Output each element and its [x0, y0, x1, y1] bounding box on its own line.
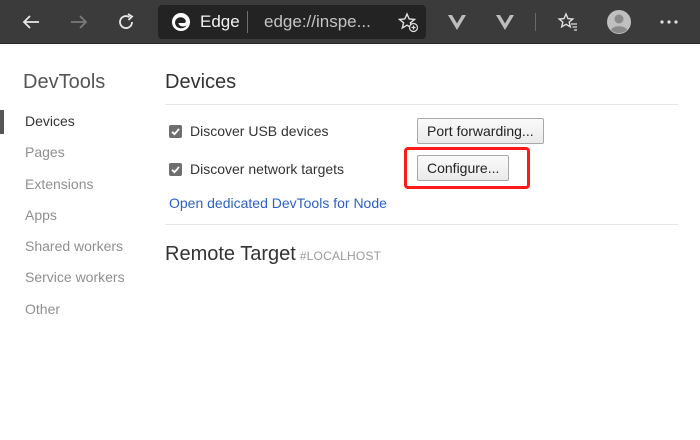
vue-devtools-icon	[448, 15, 466, 30]
forward-button[interactable]	[63, 6, 95, 38]
open-node-devtools-link[interactable]: Open dedicated DevTools for Node	[169, 195, 387, 211]
remote-target-host: #LOCALHOST	[299, 249, 382, 263]
add-favorite-button[interactable]	[396, 10, 420, 34]
refresh-button[interactable]	[110, 6, 142, 38]
discover-usb-checkbox[interactable]	[169, 124, 182, 138]
sidebar-title: DevTools	[23, 71, 106, 93]
sidebar-item-service-workers[interactable]: Service workers	[0, 262, 150, 293]
forward-arrow-icon	[71, 15, 88, 29]
port-forwarding-button[interactable]: Port forwarding...	[417, 118, 544, 144]
discover-network-checkbox[interactable]	[169, 162, 182, 176]
edge-logo-icon	[172, 13, 190, 31]
back-arrow-icon	[22, 15, 39, 29]
site-name: Edge	[200, 12, 240, 31]
avatar-icon	[607, 10, 631, 34]
section-divider	[165, 104, 678, 105]
page-title: Devices	[165, 71, 237, 93]
star-plus-icon	[397, 12, 419, 33]
more-menu-button[interactable]	[653, 6, 685, 38]
favorites-icon	[557, 12, 577, 31]
discover-network-row: Discover network targets	[169, 161, 344, 177]
sidebar-item-devices[interactable]: Devices	[0, 106, 150, 137]
sidebar-item-shared-workers[interactable]: Shared workers	[0, 231, 150, 262]
browser-toolbar: Edge edge://inspe...	[0, 0, 700, 44]
configure-button[interactable]: Configure...	[417, 155, 510, 181]
sidebar-item-apps[interactable]: Apps	[0, 200, 150, 231]
profile-button[interactable]	[603, 6, 635, 38]
sidebar-item-pages[interactable]: Pages	[0, 137, 150, 168]
extension-button-2[interactable]	[489, 6, 521, 38]
toolbar-divider	[535, 13, 536, 31]
url-text: edge://inspe...	[264, 12, 371, 31]
sidebar-item-other[interactable]: Other	[0, 294, 150, 325]
extension-button-1[interactable]	[441, 6, 473, 38]
address-separator	[247, 11, 248, 33]
checkmark-icon	[171, 165, 180, 174]
remote-target-title: Remote Target	[165, 243, 296, 265]
checkmark-icon	[171, 127, 180, 136]
discover-network-label: Discover network targets	[190, 161, 345, 177]
remote-target-heading: Remote Target #LOCALHOST	[165, 243, 381, 266]
section-divider	[165, 224, 678, 225]
discover-usb-row: Discover USB devices	[169, 123, 329, 139]
sidebar-item-extensions[interactable]: Extensions	[0, 169, 150, 200]
discover-usb-label: Discover USB devices	[190, 123, 329, 139]
vue-devtools-icon	[496, 15, 514, 30]
address-bar[interactable]: Edge edge://inspe...	[158, 5, 426, 39]
sidebar-nav: Devices Pages Extensions Apps Shared wor…	[0, 106, 150, 325]
back-button[interactable]	[15, 6, 47, 38]
more-horizontal-icon	[660, 20, 678, 24]
refresh-icon	[119, 13, 134, 29]
favorites-button[interactable]	[552, 6, 584, 38]
